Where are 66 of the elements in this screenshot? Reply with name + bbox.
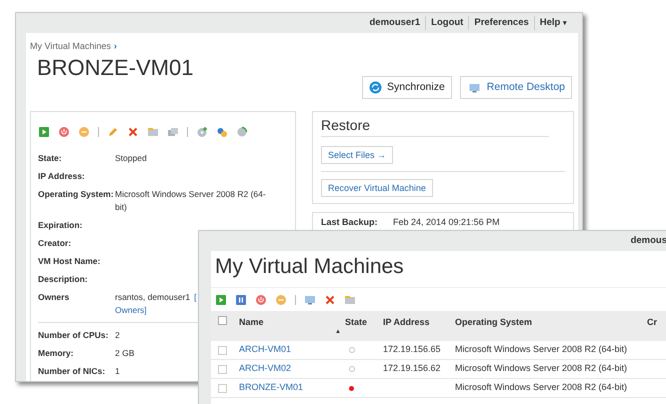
field-value: Microsoft Windows Server 2008 R2 (64-bit) [115, 188, 267, 214]
ip-address: 172.19.156.65 [383, 344, 441, 354]
power-icon[interactable] [255, 294, 267, 306]
power-icon[interactable] [58, 126, 70, 138]
select-files-button[interactable]: Select Files → [321, 146, 394, 164]
minus-circle-icon[interactable] [275, 294, 287, 306]
x-mark-icon[interactable] [127, 126, 139, 138]
user-name: demouser1 [369, 16, 422, 30]
field-label: Memory: [38, 347, 74, 360]
folder-icon[interactable] [344, 294, 356, 306]
chevron-icon: › [114, 40, 117, 54]
field-value: 2 [115, 329, 120, 342]
play-icon[interactable] [215, 294, 227, 306]
field-label: Description: [38, 273, 89, 286]
os-name: Microsoft Windows Server 2008 R2 (64-bit) [455, 382, 628, 392]
field-label: Last Backup: [321, 216, 379, 228]
breadcrumb-link[interactable]: My Virtual Machines [30, 40, 111, 54]
row-checkbox[interactable] [218, 364, 227, 374]
folder-icon[interactable] [147, 126, 159, 138]
field-label: Creator: [38, 237, 72, 250]
os-name: Microsoft Windows Server 2008 R2 (64-bit) [455, 344, 628, 354]
field-label: Operating System: [38, 188, 115, 202]
vm-name-link[interactable]: BRONZE-VM01 [239, 382, 304, 392]
field-label: VM Host Name: [38, 255, 102, 268]
remote-desktop-button[interactable]: Remote Desktop [460, 76, 572, 100]
add-owners-link[interactable]: [ [194, 292, 196, 302]
select-all-checkbox[interactable] [218, 316, 227, 325]
column-header[interactable]: Cr [647, 316, 658, 330]
play-icon[interactable] [38, 126, 50, 138]
field-label: State: [38, 152, 63, 166]
field-label: IP Address: [38, 170, 86, 184]
disc-plus-icon[interactable] [196, 126, 208, 138]
field-value: rsantos, demouser1 [115, 291, 190, 304]
row-checkbox[interactable] [218, 346, 227, 354]
row-checkbox[interactable] [218, 384, 227, 392]
field-value: Feb 24, 2014 09:21:56 PM [393, 216, 500, 228]
recover-vm-button[interactable]: Recover Virtual Machine [321, 179, 433, 198]
header-link[interactable]: Logout [425, 16, 468, 30]
sync-icon [369, 81, 382, 94]
column-header[interactable]: Operating System [455, 316, 647, 330]
field-label: Expiration: [38, 219, 84, 232]
column-header[interactable]: IP Address [383, 316, 455, 330]
field-value: Stopped [115, 152, 147, 166]
page-title: My Virtual Machines [211, 255, 666, 288]
field-value: 1 [115, 365, 120, 378]
field-label: Number of NICs: [38, 365, 106, 378]
section-title: Restore [321, 116, 549, 138]
page-title: BRONZE-VM01 [37, 56, 194, 80]
pause-icon[interactable] [235, 294, 247, 306]
column-header[interactable]: State [345, 316, 383, 330]
header-link[interactable]: Preferences [468, 16, 534, 30]
monitor-icon [466, 82, 482, 94]
vm-name-link[interactable]: ARCH-VM02 [239, 363, 292, 374]
vm-name-link[interactable]: ARCH-VM01 [239, 344, 292, 354]
x-mark-icon[interactable] [324, 294, 336, 306]
field-value: 2 GB [115, 347, 134, 360]
layers-icon[interactable] [167, 126, 179, 138]
pencil-icon[interactable] [107, 126, 119, 138]
field-label: Number of CPUs: [38, 329, 110, 342]
os-name: Microsoft Windows Server 2008 R2 (64-bit) [455, 363, 628, 374]
monitor-icon[interactable] [304, 294, 316, 306]
ip-address: 172.19.156.62 [383, 363, 441, 374]
add-owners-link[interactable]: Owners] [115, 304, 147, 318]
field-label: Owners [38, 291, 70, 304]
minus-circle-icon[interactable] [78, 126, 90, 138]
synchronize-button[interactable]: Synchronize [362, 76, 452, 100]
